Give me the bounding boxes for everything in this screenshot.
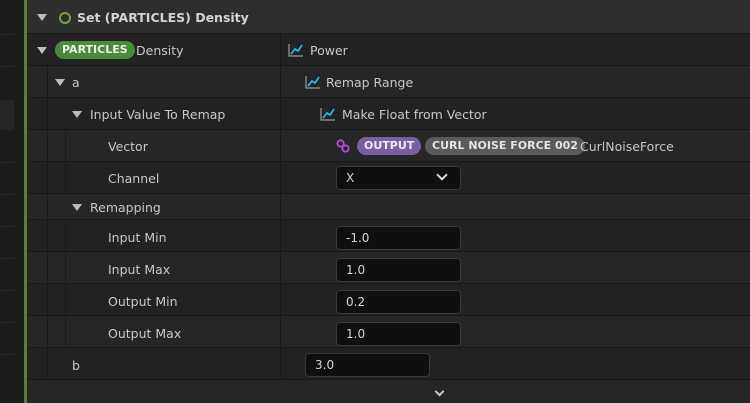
column-divider (280, 348, 281, 380)
gutter-line (0, 258, 14, 259)
channel-label: Channel (108, 171, 160, 186)
indent-guide (47, 98, 48, 130)
triangle-down-icon[interactable] (55, 79, 65, 86)
input-max-row[interactable]: Input Max 1.0 (27, 252, 750, 284)
b-label: b (72, 358, 80, 373)
indent-guide (47, 316, 48, 348)
gutter-line (0, 290, 14, 291)
gutter-line (0, 354, 14, 355)
indent-guide (65, 162, 66, 194)
indent-guide (47, 194, 48, 220)
gutter-line (0, 66, 14, 67)
remapping-row[interactable]: Remapping (27, 194, 750, 220)
triangle-down-icon[interactable] (37, 14, 47, 21)
gutter-line (0, 194, 14, 195)
input-value-row[interactable]: Input Value To Remap Make Float from Vec… (27, 98, 750, 130)
indent-guide (65, 316, 66, 348)
input-max-field[interactable]: 1.0 (336, 258, 461, 282)
output-tag: OUTPUT (357, 137, 422, 155)
particles-tag: PARTICLES (55, 41, 135, 59)
source-tag: CURL NOISE FORCE 002 (425, 137, 585, 155)
channel-row[interactable]: Channel X (27, 162, 750, 194)
chevron-down-icon (436, 169, 448, 181)
output-min-label: Output Min (108, 294, 178, 309)
column-divider (280, 66, 281, 98)
indent-guide (65, 130, 66, 162)
indent-guide (47, 220, 48, 252)
vector-value[interactable]: CurlNoiseForce (580, 139, 674, 154)
triangle-down-icon[interactable] (37, 47, 47, 54)
b-row[interactable]: b 3.0 (27, 348, 750, 380)
input-max-label: Input Max (108, 262, 171, 277)
column-divider (280, 34, 281, 66)
a-row[interactable]: a Remap Range (27, 66, 750, 98)
column-divider (280, 162, 281, 194)
graph-line-icon[interactable] (305, 75, 321, 89)
gutter-line (0, 226, 14, 227)
column-divider (280, 98, 281, 130)
gutter-line (0, 34, 14, 35)
module-title: Set (PARTICLES) Density (77, 10, 249, 25)
input-min-row[interactable]: Input Min -1.0 (27, 220, 750, 252)
link-icon[interactable] (336, 139, 350, 153)
graph-line-icon[interactable] (320, 107, 336, 121)
vector-row[interactable]: Vector OUTPUT CURL NOISE FORCE 002 CurlN… (27, 130, 750, 162)
column-divider (280, 220, 281, 252)
channel-dropdown[interactable]: X (336, 166, 461, 190)
triangle-down-icon[interactable] (72, 111, 82, 118)
b-field[interactable]: 3.0 (305, 353, 430, 377)
indent-guide (65, 284, 66, 316)
a-value[interactable]: Remap Range (326, 75, 413, 90)
indent-guide (65, 252, 66, 284)
graph-line-icon[interactable] (288, 43, 304, 57)
remapping-label: Remapping (90, 200, 161, 215)
indent-guide (47, 284, 48, 316)
a-label: a (72, 75, 80, 90)
input-value-label: Input Value To Remap (90, 107, 226, 122)
column-divider (280, 252, 281, 284)
indent-guide (47, 162, 48, 194)
gutter-line (0, 322, 14, 323)
input-min-label: Input Min (108, 230, 167, 245)
circle-ring-icon (59, 12, 71, 24)
column-divider (280, 284, 281, 316)
vector-label: Vector (108, 139, 148, 154)
channel-dropdown-value: X (346, 171, 355, 185)
gutter-line (0, 162, 14, 163)
indent-guide (47, 348, 48, 380)
density-row[interactable]: PARTICLES Density Power (27, 34, 750, 66)
indent-guide (47, 66, 48, 98)
column-divider (280, 316, 281, 348)
density-label: Density (136, 43, 184, 58)
output-max-field[interactable]: 1.0 (336, 322, 461, 346)
column-divider (280, 194, 281, 220)
output-max-label: Output Max (108, 326, 182, 341)
triangle-down-icon[interactable] (72, 204, 82, 211)
density-value[interactable]: Power (310, 43, 348, 58)
indent-guide (47, 130, 48, 162)
left-gutter (0, 0, 24, 403)
input-value-value[interactable]: Make Float from Vector (342, 107, 487, 122)
gutter-selection (0, 100, 14, 130)
output-min-field[interactable]: 0.2 (336, 290, 461, 314)
indent-guide (65, 220, 66, 252)
output-max-row[interactable]: Output Max 1.0 (27, 316, 750, 348)
module-header[interactable]: Set (PARTICLES) Density (27, 0, 750, 34)
column-divider (280, 130, 281, 162)
indent-guide (47, 252, 48, 284)
input-min-field[interactable]: -1.0 (336, 226, 461, 250)
details-panel: Set (PARTICLES) Density PARTICLES Densit… (27, 0, 750, 403)
output-min-row[interactable]: Output Min 0.2 (27, 284, 750, 316)
footer-strip (27, 380, 750, 403)
